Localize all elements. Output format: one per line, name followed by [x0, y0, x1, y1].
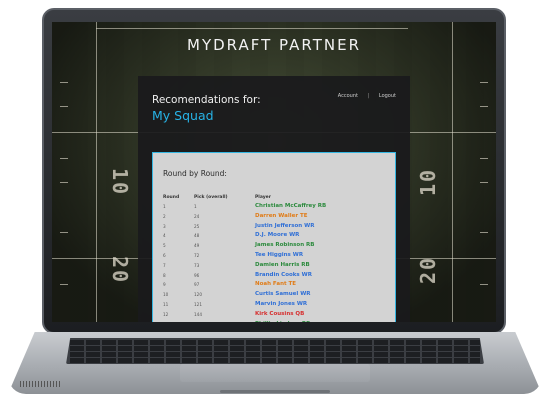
round-cell: 7 — [163, 262, 166, 268]
field-hash-mark — [60, 232, 68, 233]
field-yard-line — [96, 28, 408, 29]
keyboard-row — [70, 346, 480, 351]
player-link[interactable]: James Robinson RB — [255, 242, 314, 248]
field-hash-mark — [60, 284, 68, 285]
pick-cell: 120 — [194, 292, 202, 298]
player-link[interactable]: Damien Harris RB — [255, 262, 310, 268]
field-hash-mark — [480, 158, 488, 159]
field-hash-mark — [480, 284, 488, 285]
field-hash-mark — [480, 182, 488, 183]
round-cell: 10 — [163, 292, 169, 298]
draft-pick-row: 2 24 Darren Waller TE — [153, 213, 397, 223]
draft-picks-list: 1 1 Christian McCaffrey RB 2 24 Darren Waller… — [153, 203, 397, 322]
pick-cell: 48 — [194, 233, 200, 239]
round-cell: 12 — [163, 311, 169, 317]
round-cell: 2 — [163, 213, 166, 219]
draft-pick-row: 1 1 Christian McCaffrey RB — [153, 203, 397, 213]
field-hash-mark — [480, 232, 488, 233]
keyboard — [66, 338, 484, 364]
front-notch — [220, 390, 330, 393]
pick-cell: 25 — [194, 223, 200, 229]
round-cell: 6 — [163, 252, 166, 258]
round-cell: 4 — [163, 233, 166, 239]
draft-pick-row: 12 144 Kirk Cousins QB — [153, 311, 397, 321]
laptop-frame: 10 20 10 20 MYDRAFT PARTNER Recomendatio… — [0, 0, 550, 400]
round-by-round-card: Round by Round: Round Pick (overall) Pla… — [152, 152, 396, 322]
draft-pick-row: 13145Phillip Lindsay RB — [153, 321, 397, 322]
player-link[interactable]: Justin Jefferson WR — [255, 223, 314, 229]
keyboard-row — [70, 352, 480, 357]
pick-cell: 1 — [194, 204, 197, 209]
site-title: MYDRAFT PARTNER — [187, 36, 361, 54]
round-cell: 3 — [163, 223, 166, 229]
card-title: Round by Round: — [163, 169, 227, 178]
yard-number: 20 — [108, 255, 133, 285]
recommendations-label: Recomendations for: — [152, 94, 261, 106]
column-header-player: Player — [255, 195, 271, 200]
pick-cell: 97 — [194, 282, 200, 288]
draft-pick-row: 11 121 Marvin Jones WR — [153, 301, 397, 311]
player-link[interactable]: Tee Higgins WR — [255, 252, 303, 258]
field-hash-mark — [60, 82, 68, 83]
player-link[interactable]: Curtis Samuel WR — [255, 291, 311, 297]
logout-link[interactable]: Logout — [379, 93, 396, 99]
pick-cell: 24 — [194, 213, 200, 219]
keyboard-row — [70, 358, 480, 363]
draft-pick-row: 7 73 Damien Harris RB — [153, 262, 397, 272]
player-link[interactable]: Darren Waller TE — [255, 213, 307, 219]
field-hash-mark — [60, 182, 68, 183]
player-link[interactable]: D.J. Moore WR — [255, 232, 299, 238]
field-yard-line — [96, 22, 97, 322]
field-hash-mark — [60, 158, 68, 159]
player-link[interactable]: Kirk Cousins QB — [255, 311, 304, 317]
player-link[interactable]: Christian McCaffrey RB — [255, 203, 326, 209]
draft-pick-row: 3 25 Justin Jefferson WR — [153, 223, 397, 233]
yard-number: 10 — [416, 167, 441, 197]
draft-pick-row: 6 72 Tee Higgins WR — [153, 252, 397, 262]
yard-number: 10 — [108, 167, 133, 197]
round-cell: 5 — [163, 243, 166, 249]
pick-cell: 49 — [194, 243, 200, 249]
field-yard-line — [452, 22, 453, 322]
draft-pick-row: 8 96 Brandin Cooks WR — [153, 272, 397, 282]
draft-pick-row: 4 48 D.J. Moore WR — [153, 232, 397, 242]
recommendations-panel: Recomendations for: My Squad Account | L… — [138, 76, 410, 322]
round-cell: 9 — [163, 282, 166, 288]
column-header-round: Round — [163, 195, 180, 200]
round-cell: 11 — [163, 301, 169, 307]
nav-separator: | — [367, 93, 370, 99]
draft-pick-row: 9 97 Noah Fant TE — [153, 281, 397, 291]
keyboard-row — [70, 340, 480, 345]
pick-cell: 96 — [194, 272, 200, 278]
field-hash-mark — [480, 106, 488, 107]
column-header-pick: Pick (overall) — [194, 195, 228, 200]
field-hash-mark — [480, 82, 488, 83]
field-hash-mark — [60, 106, 68, 107]
account-link[interactable]: Account — [338, 93, 358, 99]
pick-cell: 72 — [194, 252, 200, 258]
draft-pick-row: 5 49 James Robinson RB — [153, 242, 397, 252]
trackpad — [180, 364, 370, 382]
side-vent — [20, 381, 60, 387]
yard-number: 20 — [416, 255, 441, 285]
pick-cell: 121 — [194, 301, 202, 307]
laptop-screen: 10 20 10 20 MYDRAFT PARTNER Recomendatio… — [52, 22, 496, 322]
player-link[interactable]: Marvin Jones WR — [255, 301, 307, 307]
pick-cell: 144 — [194, 311, 202, 317]
team-name: My Squad — [152, 108, 214, 123]
pick-cell: 73 — [194, 262, 200, 268]
player-link[interactable]: Noah Fant TE — [255, 281, 296, 287]
round-cell: 1 — [163, 204, 166, 209]
player-link[interactable]: Brandin Cooks WR — [255, 272, 312, 278]
account-nav: Account | Logout — [338, 93, 396, 99]
draft-pick-row: 10 120 Curtis Samuel WR — [153, 291, 397, 301]
round-cell: 8 — [163, 272, 166, 278]
player-link[interactable]: Phillip Lindsay RB — [255, 321, 310, 322]
